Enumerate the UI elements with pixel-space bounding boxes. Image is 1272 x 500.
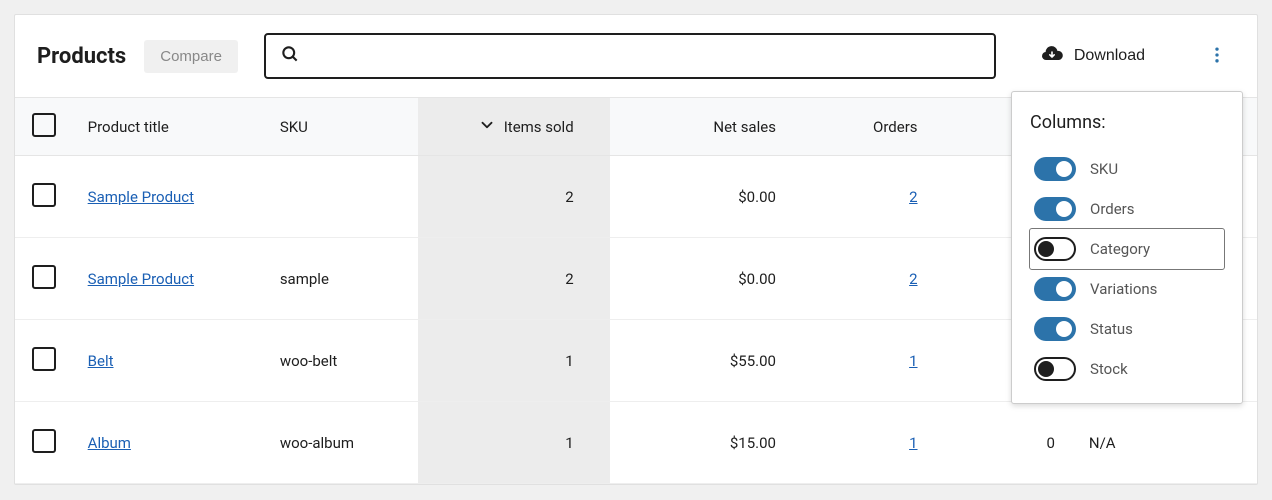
row-checkbox[interactable]	[32, 265, 56, 289]
column-toggle-row[interactable]: Orders	[1030, 189, 1224, 229]
col-header-items-sold[interactable]: Items sold	[418, 98, 610, 156]
toggle-label: Category	[1090, 240, 1150, 258]
row-checkbox[interactable]	[32, 183, 56, 207]
column-toggle-row[interactable]: Stock	[1030, 349, 1224, 389]
col-header-items-sold-label: Items sold	[504, 118, 574, 136]
col-header-sku[interactable]: SKU	[266, 98, 418, 156]
header-bar: Products Compare Download	[15, 15, 1257, 97]
cell-sku: woo-album	[266, 402, 418, 484]
row-checkbox[interactable]	[32, 347, 56, 371]
cell-net-sales: $55.00	[610, 320, 812, 402]
col-header-orders[interactable]: Orders	[812, 98, 954, 156]
download-button[interactable]: Download	[1030, 36, 1155, 77]
toggle-label: Orders	[1090, 200, 1135, 218]
toggle-label: Status	[1090, 320, 1133, 338]
toggle-switch[interactable]	[1034, 237, 1076, 261]
cloud-download-icon	[1040, 42, 1064, 71]
col-header-checkbox	[15, 98, 74, 156]
orders-link[interactable]: 1	[909, 352, 917, 370]
columns-popover: Columns: SKU Orders Category Variations Stat…	[1011, 91, 1243, 404]
toggle-switch[interactable]	[1034, 157, 1076, 181]
chevron-down-icon	[478, 116, 496, 138]
cell-net-sales: $0.00	[610, 156, 812, 238]
orders-link[interactable]: 2	[909, 188, 917, 206]
select-all-checkbox[interactable]	[32, 113, 56, 137]
cell-net-sales: $0.00	[610, 238, 812, 320]
cell-items-sold: 2	[418, 238, 610, 320]
product-title-link[interactable]: Belt	[88, 352, 114, 370]
cell-status: N/A	[1075, 402, 1257, 484]
orders-link[interactable]: 1	[909, 434, 917, 452]
column-toggle-row[interactable]: Category	[1030, 229, 1224, 269]
product-title-link[interactable]: Sample Product	[88, 188, 194, 206]
cell-sku: sample	[266, 238, 418, 320]
toggle-label: Stock	[1090, 360, 1128, 378]
cell-net-sales: $15.00	[610, 402, 812, 484]
cell-items-sold: 2	[418, 156, 610, 238]
compare-button[interactable]: Compare	[144, 40, 238, 73]
toggle-switch[interactable]	[1034, 277, 1076, 301]
search-input[interactable]	[300, 35, 980, 77]
products-page: Products Compare Download P	[14, 14, 1258, 485]
toggle-switch[interactable]	[1034, 197, 1076, 221]
column-toggle-row[interactable]: Variations	[1030, 269, 1224, 309]
col-header-net-sales[interactable]: Net sales	[610, 98, 812, 156]
toggle-switch[interactable]	[1034, 357, 1076, 381]
col-header-title[interactable]: Product title	[74, 98, 266, 156]
cell-items-sold: 1	[418, 320, 610, 402]
toggle-label: SKU	[1090, 160, 1118, 178]
product-title-link[interactable]: Sample Product	[88, 270, 194, 288]
cell-sku	[266, 156, 418, 238]
cell-items-sold: 1	[418, 402, 610, 484]
download-label: Download	[1074, 47, 1145, 65]
toggle-label: Variations	[1090, 280, 1157, 298]
columns-popover-title: Columns:	[1030, 112, 1224, 133]
table-row: Albumwoo-album1$15.0010N/A	[15, 402, 1257, 484]
product-title-link[interactable]: Album	[88, 434, 131, 452]
page-title: Products	[37, 44, 126, 69]
orders-link[interactable]: 2	[909, 270, 917, 288]
cell-sku: woo-belt	[266, 320, 418, 402]
cell-variations: 0	[954, 402, 1075, 484]
row-checkbox[interactable]	[32, 429, 56, 453]
search-wrap	[264, 33, 996, 79]
column-toggle-row[interactable]: Status	[1030, 309, 1224, 349]
kebab-menu-button[interactable]	[1199, 37, 1235, 76]
column-toggle-row[interactable]: SKU	[1030, 149, 1224, 189]
search-icon	[280, 44, 300, 68]
table-wrap: Product title SKU Items sold Net sales O…	[15, 97, 1257, 484]
toggle-switch[interactable]	[1034, 317, 1076, 341]
